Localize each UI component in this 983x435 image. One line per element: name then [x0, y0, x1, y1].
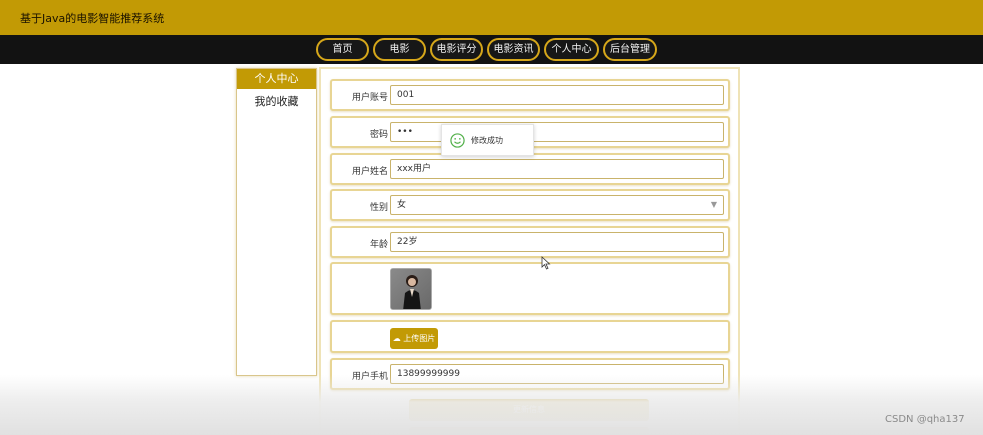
nav-personal-center[interactable]: 个人中心: [544, 38, 599, 61]
chevron-down-icon: ▼: [710, 200, 717, 209]
nav-movie-ratings[interactable]: 电影评分: [430, 38, 483, 61]
gender-selected-value: 女: [397, 200, 407, 210]
success-toast: 修改成功: [441, 124, 534, 156]
form-row-avatar: [330, 262, 730, 315]
age-label: 年龄: [369, 240, 388, 250]
nav-movie-news[interactable]: 电影资讯: [487, 38, 540, 61]
upload-icon: ☁: [392, 334, 401, 343]
form-row-account: 用户账号 001: [330, 79, 730, 111]
avatar-photo-icon: [391, 269, 431, 309]
gender-label: 性别: [369, 203, 388, 213]
smile-icon: [450, 133, 465, 148]
form-row-upload: ☁ 上传图片: [330, 320, 730, 353]
secondary-action-button[interactable]: [409, 427, 649, 435]
update-info-button[interactable]: 更新信息: [409, 399, 649, 421]
account-input[interactable]: 001: [390, 85, 724, 105]
form-row-name: 用户姓名 xxx用户: [330, 153, 730, 185]
nav-movies[interactable]: 电影: [373, 38, 426, 61]
phone-label: 用户手机: [351, 372, 388, 382]
name-input[interactable]: xxx用户: [390, 159, 724, 179]
toast-message: 修改成功: [471, 136, 503, 145]
age-input[interactable]: 22岁: [390, 232, 724, 252]
watermark: CSDN @qha137: [885, 414, 965, 425]
sidebar-item-favorites[interactable]: 我的收藏: [237, 92, 316, 112]
password-label: 密码: [369, 130, 388, 140]
form-row-gender: 性别 女 ▼: [330, 189, 730, 221]
upload-label: 上传图片: [403, 334, 436, 343]
nav-bar: 首页 电影 电影评分 电影资讯 个人中心 后台管理: [0, 35, 983, 64]
upload-image-button[interactable]: ☁ 上传图片: [390, 328, 438, 349]
mouse-cursor-icon: [541, 256, 551, 270]
nav-home[interactable]: 首页: [316, 38, 369, 61]
form-row-phone: 用户手机 13899999999: [330, 358, 730, 390]
title-bar: 基于Java的电影智能推荐系统: [0, 0, 983, 35]
phone-input[interactable]: 13899999999: [390, 364, 724, 384]
side-menu: 个人中心 我的收藏: [236, 68, 317, 376]
app-title: 基于Java的电影智能推荐系统: [20, 12, 165, 25]
sidebar-item-personal-center[interactable]: 个人中心: [237, 69, 316, 89]
nav-admin[interactable]: 后台管理: [603, 38, 657, 61]
account-label: 用户账号: [351, 93, 388, 103]
name-label: 用户姓名: [351, 167, 388, 177]
form-row-age: 年龄 22岁: [330, 226, 730, 258]
avatar: [390, 268, 432, 310]
gender-select[interactable]: 女 ▼: [390, 195, 724, 215]
profile-form-panel: 用户账号 001 密码 ••• 用户姓名 xxx用户 性别 女 ▼ 年龄 22岁: [319, 67, 740, 435]
